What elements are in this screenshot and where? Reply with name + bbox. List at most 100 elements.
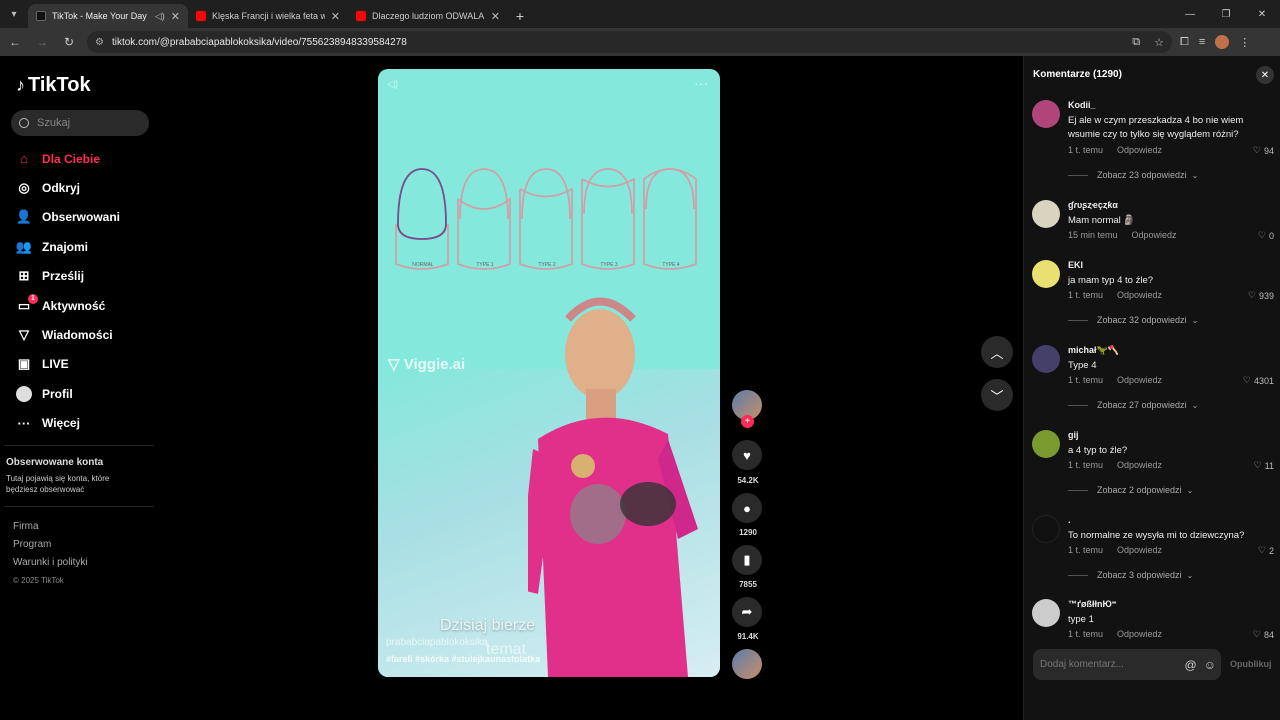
comment-avatar[interactable] [1032,200,1060,228]
view-replies-button[interactable]: Zobacz 3 odpowiedzi ⌄ [1068,570,1193,580]
comment-username[interactable]: ™ґøßłłnЮ⁼ [1068,599,1117,610]
view-replies-button[interactable]: Zobacz 27 odpowiedzi ⌄ [1068,400,1198,410]
view-replies-button[interactable]: Zobacz 23 odpowiedzi ⌄ [1068,170,1198,180]
sidebar-item-wiecej[interactable]: ··· Więcej [0,409,160,438]
video-more-icon[interactable]: ··· [694,75,708,91]
tiktok-logo[interactable]: ♪ TikTok [16,74,91,97]
like-button[interactable]: ♥ [732,440,762,470]
sidebar-item-profil[interactable]: Profil [0,379,160,408]
menu-icon[interactable]: ⋮ [1239,36,1250,49]
comment-username[interactable]: Kodii_ [1068,100,1096,110]
speaker-icon[interactable]: ◁) [155,11,165,22]
comment-button[interactable]: ● [732,493,762,523]
comment-like[interactable]: ♡ 4301 [1243,375,1274,386]
follow-plus-icon[interactable]: + [741,415,754,428]
heart-outline-icon: ♡ [1253,460,1262,470]
comment-username[interactable]: gij [1068,430,1079,440]
video-hashtags[interactable]: #fareli #skórka #stulejkaunastolatka [386,654,540,664]
minimize-icon[interactable]: — [1172,0,1208,28]
comment-time: 1 t. temu [1068,460,1104,470]
search-icon [19,118,29,128]
sound-avatar[interactable] [732,649,762,679]
comment-avatar[interactable] [1032,430,1060,458]
more-icon: ··· [17,415,31,431]
bookmark-star-icon[interactable]: ☆ [1154,36,1164,49]
close-tab-icon[interactable]: ✕ [491,10,500,23]
reply-button[interactable]: Odpowiedz [1117,375,1162,385]
back-icon[interactable]: ← [3,30,27,54]
view-replies-button[interactable]: Zobacz 2 odpowiedzi ⌄ [1068,485,1193,495]
view-replies-button[interactable]: Zobacz 32 odpowiedzi ⌄ [1068,315,1198,325]
close-tab-icon[interactable]: ✕ [331,10,340,23]
browser-tab-tiktok[interactable]: TikTok - Make Your Day ◁) ✕ [28,4,188,28]
comment-avatar[interactable] [1032,260,1060,288]
shape-label: TYPE 3 [600,262,618,268]
footer-link-terms[interactable]: Warunki i polityki [13,554,88,572]
new-tab-button[interactable]: + [508,4,532,28]
share-button[interactable]: ➦ [732,597,762,627]
comment-username[interactable]: EKI [1068,260,1083,270]
browser-tab-youtube-1[interactable]: Klęska Francji i wielka feta w Ne ✕ [188,4,348,28]
save-button[interactable]: ▮ [732,545,762,575]
reload-icon[interactable]: ↻ [57,30,81,54]
comment-like[interactable]: ♡ 0 [1258,230,1274,241]
comment-avatar[interactable] [1032,100,1060,128]
footer-link-program[interactable]: Program [13,536,88,554]
restore-icon[interactable]: ❐ [1208,0,1244,28]
sidebar-divider [4,506,154,507]
reply-button[interactable]: Odpowiedz [1117,545,1162,555]
sidebar-item-wiadomosci[interactable]: ▽ Wiadomości [0,320,160,349]
emoji-icon[interactable]: ☺ [1204,658,1216,672]
extensions-icon[interactable]: ⧠ [1180,36,1189,49]
mention-icon[interactable]: @ [1185,658,1197,672]
comment-avatar[interactable] [1032,345,1060,373]
previous-video-button[interactable]: ︿ [981,336,1013,368]
sidebar-item-live[interactable]: ▣ LIVE [0,350,160,379]
close-comments-button[interactable]: ✕ [1256,66,1274,84]
browser-tab-youtube-2[interactable]: Dlaczego ludziom ODWALA od ✕ [348,4,508,28]
close-window-icon[interactable]: ✕ [1244,0,1280,28]
sidebar-item-przeslij[interactable]: ⊞ Prześlij [0,262,160,291]
url-field[interactable]: ⚙ tiktok.com/@prababciapablokoksika/vide… [87,31,1172,53]
search-input[interactable]: Szukaj [11,110,149,136]
tab-search-icon[interactable]: ▾ [0,0,28,28]
media-icon[interactable]: ≡ [1199,36,1205,48]
profile-avatar[interactable] [1215,35,1230,49]
footer-link-firma[interactable]: Firma [13,518,88,536]
volume-icon[interactable]: ◁) [387,79,398,90]
sidebar-item-dla-ciebie[interactable]: ⌂ Dla Ciebie [0,144,160,173]
comment-input[interactable]: Dodaj komentarz... @ ☺ [1033,649,1221,680]
reply-button[interactable]: Odpowiedz [1117,460,1162,470]
video-player[interactable]: ◁) ··· NORMAL TYPE 1 TYPE 2 TYPE 3 TYPE … [378,69,720,677]
video-author[interactable]: prababciapablokoksika [386,637,488,648]
comment-like[interactable]: ♡ 84 [1253,629,1274,640]
comment-meta: 1 t. temu Odpowiedz [1068,545,1162,555]
sidebar-item-obserwowani[interactable]: 👤 Obserwowani [0,203,160,232]
comment-time: 1 t. temu [1068,629,1104,639]
reply-button[interactable]: Odpowiedz [1117,629,1162,639]
reply-button[interactable]: Odpowiedz [1117,290,1162,300]
sidebar-item-label: Znajomi [42,239,89,254]
site-info-icon[interactable]: ⚙ [95,37,104,48]
install-icon[interactable]: ⧉ [1132,36,1140,49]
forward-icon[interactable]: → [30,30,54,54]
publish-button[interactable]: Opublikuj [1230,659,1272,669]
comment-username[interactable]: ɠɾυʂȥҽçȥƙα [1068,200,1118,210]
comment-like[interactable]: ♡ 11 [1254,460,1274,471]
comment-avatar[interactable] [1032,515,1060,543]
comment-like[interactable]: ♡ 2 [1258,545,1274,556]
sidebar-item-znajomi[interactable]: 👥 Znajomi [0,232,160,261]
chevron-down-icon: ⌄ [1191,400,1199,410]
heart-outline-icon: ♡ [1247,290,1256,300]
comment-username[interactable]: . [1068,515,1071,525]
next-video-button[interactable]: ﹀ [981,379,1013,411]
sidebar-item-odkryj[interactable]: ◎ Odkryj [0,173,160,202]
sidebar-item-aktywnosc[interactable]: ▭ 1 Aktywność [0,291,160,320]
comment-username[interactable]: michał🦖🪓 [1068,345,1119,356]
reply-button[interactable]: Odpowiedz [1132,230,1177,240]
comment-like[interactable]: ♡ 94 [1253,145,1274,156]
comment-avatar[interactable] [1032,599,1060,627]
close-tab-icon[interactable]: ✕ [171,10,180,23]
reply-button[interactable]: Odpowiedz [1117,145,1162,155]
comment-like[interactable]: ♡ 939 [1248,290,1274,301]
